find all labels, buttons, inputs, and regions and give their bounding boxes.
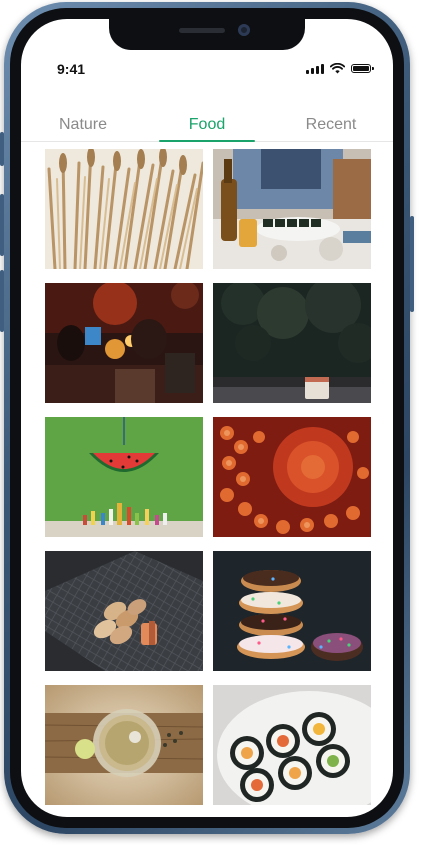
tab-food[interactable]: Food — [145, 97, 269, 142]
action-button — [0, 132, 4, 166]
tab-nature[interactable]: Nature — [21, 97, 145, 141]
volume-down-button — [0, 270, 4, 332]
tab-recent[interactable]: Recent — [269, 97, 393, 141]
status-time: 9:41 — [57, 61, 86, 77]
photo-watermelon-pinata-green-wall[interactable] — [45, 417, 203, 537]
notch — [109, 19, 305, 50]
photo-octopus-tentacles[interactable] — [213, 417, 371, 537]
front-camera — [238, 24, 250, 36]
cellular-signal-icon — [306, 63, 324, 74]
photo-restaurant-night-candles[interactable] — [45, 283, 203, 403]
phone-screen: 9:41 Nature Food Recent — [21, 19, 393, 817]
battery-icon — [351, 64, 374, 73]
volume-up-button — [0, 194, 4, 256]
category-tabs: Nature Food Recent — [21, 97, 393, 142]
photo-cocktail-on-wood-board[interactable] — [45, 685, 203, 805]
photo-sushi-rolls-plate[interactable] — [213, 685, 371, 805]
photo-sushi-dinner-table[interactable] — [213, 149, 371, 269]
speaker-grille — [179, 28, 225, 33]
status-icons — [306, 63, 374, 74]
power-button — [410, 216, 414, 312]
photo-wheat-bundle[interactable] — [45, 149, 203, 269]
photo-cookies-on-grill-mat[interactable] — [45, 551, 203, 671]
photo-coffee-cup-dark-garden[interactable] — [213, 283, 371, 403]
wifi-icon — [330, 63, 345, 74]
photo-stacked-donuts[interactable] — [213, 551, 371, 671]
photo-grid — [45, 149, 373, 805]
phone-frame: 9:41 Nature Food Recent — [0, 2, 414, 834]
